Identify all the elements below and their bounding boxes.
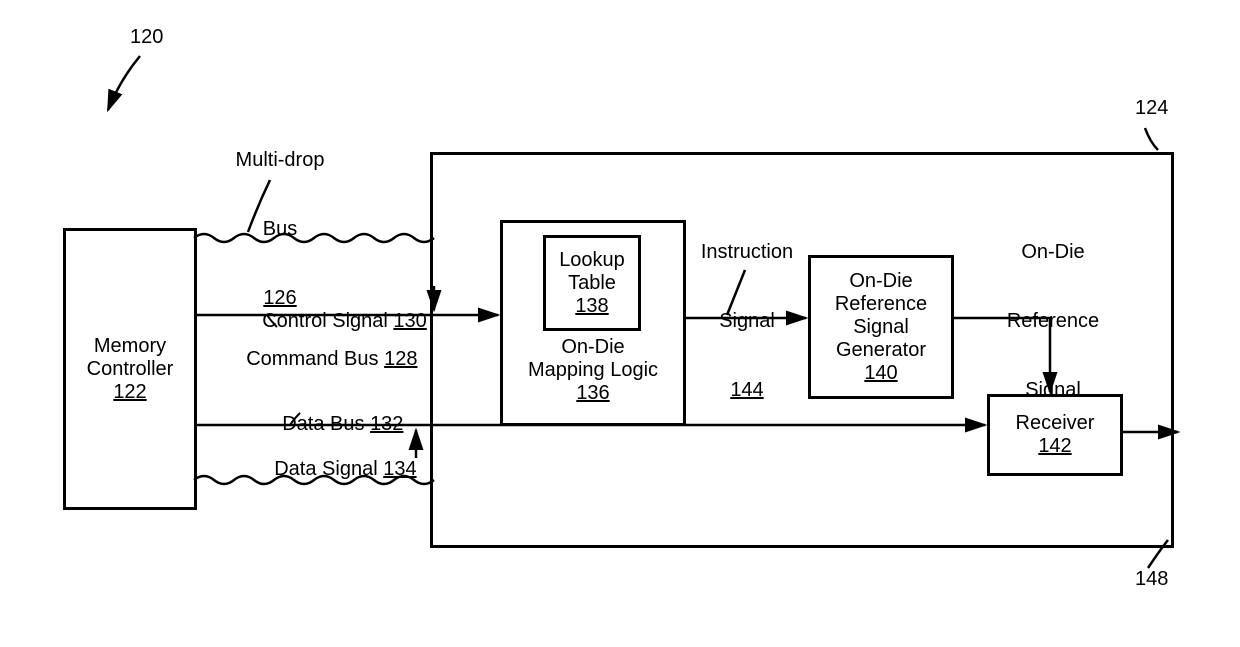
instruction-signal-line1: Instruction [682, 241, 812, 264]
refgen-num: 140 [864, 362, 897, 385]
mapping-logic-label: On-Die Mapping Logic 136 [503, 336, 683, 405]
lookup-table-line2: Table [568, 272, 616, 295]
memory-controller-box: Memory Controller 122 [63, 228, 197, 510]
refgen-line3: Signal [853, 316, 909, 339]
refgen-line4: Generator [836, 339, 926, 362]
refgen-line1: On-Die [849, 270, 912, 293]
receiver-box: Receiver 142 [987, 394, 1123, 476]
command-bus-text: Command Bus [246, 348, 384, 370]
refgen-line2: Reference [835, 293, 927, 316]
memory-controller-num: 122 [113, 381, 146, 404]
memory-controller-line2: Controller [87, 358, 174, 381]
mapping-logic-line2: Mapping Logic [528, 359, 658, 382]
ref-signal-line1: On-Die [988, 241, 1118, 264]
mapping-logic-num: 136 [576, 382, 609, 405]
diagram-stage: 120 Memory Controller 122 Multi-drop Bus… [0, 0, 1240, 647]
lookup-table-num: 138 [575, 295, 608, 318]
instruction-signal-num: 144 [682, 379, 812, 402]
multidrop-bus-line2: Bus [215, 218, 345, 241]
mapping-logic-box: Lookup Table 138 On-Die Mapping Logic 13… [500, 220, 686, 426]
instruction-signal-label: Instruction Signal 144 [682, 195, 812, 448]
data-signal-label: Data Signal 134 [252, 435, 417, 504]
label-120: 120 [130, 26, 163, 49]
data-bus-text: Data Bus [282, 413, 370, 435]
receiver-num: 142 [1038, 435, 1071, 458]
command-bus-num: 128 [384, 348, 417, 370]
label-148: 148 [1135, 568, 1168, 591]
receiver-line1: Receiver [1016, 412, 1095, 435]
lookup-table-box: Lookup Table 138 [543, 235, 641, 331]
command-bus-label: Command Bus 128 [224, 325, 417, 394]
lookup-table-line1: Lookup [559, 249, 625, 272]
multidrop-bus-line1: Multi-drop [215, 149, 345, 172]
ref-signal-line2: Reference [988, 310, 1118, 333]
mapping-logic-line1: On-Die [561, 336, 624, 359]
label-124: 124 [1135, 97, 1168, 120]
data-signal-text: Data Signal [274, 458, 383, 480]
data-signal-num: 134 [383, 458, 416, 480]
refgen-box: On-Die Reference Signal Generator 140 [808, 255, 954, 399]
memory-controller-line1: Memory [94, 335, 166, 358]
data-bus-num: 132 [370, 413, 403, 435]
instruction-signal-line2: Signal [682, 310, 812, 333]
